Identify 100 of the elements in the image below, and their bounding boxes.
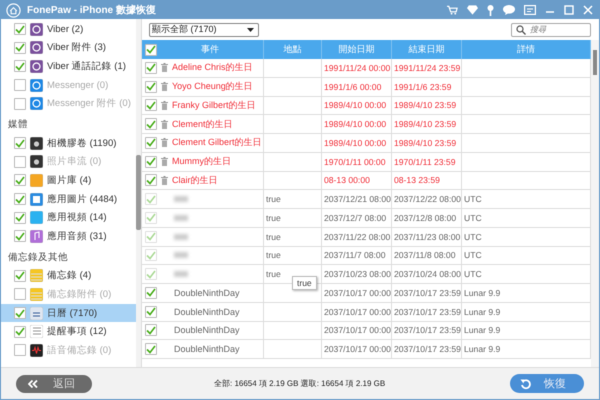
trash-icon	[161, 63, 168, 72]
chat-icon[interactable]	[503, 5, 515, 15]
calendar-icon	[30, 306, 43, 320]
diamond-icon[interactable]	[467, 5, 478, 15]
video-icon	[30, 211, 43, 224]
feedback-icon[interactable]	[524, 5, 536, 15]
table-cell: 2037/11/8 08:00	[394, 250, 456, 260]
checkbox[interactable]	[14, 212, 26, 224]
table-cell: UTC	[464, 212, 482, 223]
table-cell: true	[266, 269, 281, 280]
checkbox[interactable]	[145, 343, 157, 356]
checkbox[interactable]	[145, 212, 157, 224]
table-cell: 1989/4/10 00:00	[324, 138, 386, 148]
window-title: FonePaw - iPhone 數據恢復	[27, 4, 156, 17]
table-cell: 1989/4/10 23:59	[394, 100, 456, 110]
table-cell: 2037/11/22 08:00	[324, 232, 390, 242]
sidebar-item[interactable]: 提醒事項 (12)	[1, 322, 136, 341]
waveform-icon	[30, 344, 43, 357]
table-cell: 2037/10/17 00:00	[324, 306, 391, 317]
trash-icon	[161, 176, 168, 185]
checkbox[interactable]	[145, 80, 157, 93]
table-cell: Franky Gilbert的生日	[172, 98, 256, 112]
trash-icon	[161, 138, 168, 148]
checkbox[interactable]	[14, 307, 26, 320]
checkbox[interactable]	[14, 23, 26, 36]
trash-icon	[161, 82, 168, 92]
sidebar-item[interactable]: 應用視頻 (14)	[1, 208, 136, 227]
checkbox[interactable]	[14, 137, 26, 150]
notes-icon	[30, 288, 43, 301]
table-cell: true	[266, 250, 281, 260]
checkbox[interactable]	[14, 270, 26, 282]
checkbox[interactable]	[145, 249, 157, 262]
redacted-text	[174, 196, 188, 202]
sidebar-item[interactable]: Viber (2)	[1, 20, 136, 39]
checkbox[interactable]	[14, 60, 26, 72]
checkbox[interactable]	[14, 193, 26, 206]
checkbox[interactable]	[14, 174, 26, 186]
trash-icon	[161, 120, 168, 129]
sidebar-item[interactable]: 應用音頻 (31)	[1, 226, 136, 246]
table-cell: 2037/12/7 08:00	[324, 212, 386, 223]
filter-dropdown[interactable]: 顯示全部 (7170)	[149, 22, 259, 36]
scrollbar[interactable]	[136, 19, 141, 367]
trash-icon	[161, 157, 168, 166]
key-icon[interactable]	[487, 4, 494, 16]
sidebar-item[interactable]: 應用圖片 (4484)	[1, 190, 136, 208]
back-button[interactable]: 返回	[16, 374, 92, 392]
scrollbar[interactable]	[591, 40, 599, 367]
table-cell: true	[266, 194, 281, 204]
table-cell: DoubleNinthDay	[174, 306, 240, 317]
sidebar-item[interactable]: Viber 通話記錄 (1)	[1, 57, 136, 76]
table-cell: 1989/4/10 00:00	[324, 100, 386, 110]
cart-icon[interactable]	[447, 5, 458, 15]
sidebar-item[interactable]: Viber 附件 (3)	[1, 38, 136, 58]
table-cell: 1989/4/10 00:00	[324, 119, 386, 130]
close-icon[interactable]	[583, 5, 593, 15]
table-cell: Clair的生日	[172, 174, 218, 187]
checkbox[interactable]	[145, 174, 157, 186]
redacted-text	[174, 234, 188, 240]
table-cell: Lunar 9.9	[464, 325, 500, 336]
checkbox[interactable]	[145, 136, 157, 149]
checkbox[interactable]	[145, 324, 157, 336]
sidebar-item[interactable]: 圖片庫 (4)	[1, 171, 136, 190]
checkbox[interactable]	[145, 62, 157, 74]
table-cell: 2037/10/17 23:59	[394, 306, 461, 317]
double-chevron-icon	[28, 380, 38, 388]
checkbox[interactable]	[145, 230, 157, 243]
table-cell: Lunar 9.9	[464, 288, 500, 298]
list-icon	[30, 325, 43, 338]
table-cell: 1991/11/24 00:00	[324, 62, 390, 73]
checkbox[interactable]	[145, 44, 157, 56]
checkbox[interactable]	[145, 268, 157, 280]
music-note-icon	[30, 230, 43, 243]
checkbox[interactable]	[14, 230, 26, 242]
table-cell: 1970/1/11 23:59	[394, 156, 456, 167]
sidebar-item[interactable]: 日曆 (7170)	[1, 304, 136, 322]
checkbox[interactable]	[14, 42, 26, 54]
sidebar-item[interactable]: 相機膠卷 (1190)	[1, 134, 136, 153]
notes-icon	[30, 269, 43, 282]
checkbox[interactable]	[145, 306, 157, 318]
table-cell: 2037/10/17 23:59	[394, 325, 461, 336]
table-cell: 1970/1/11 00:00	[324, 156, 386, 167]
table-cell: true	[266, 212, 281, 223]
maximize-icon[interactable]	[564, 5, 574, 15]
checkbox[interactable]	[145, 118, 157, 130]
photos-icon	[30, 174, 43, 187]
table-cell: true	[266, 232, 281, 242]
table-cell: Mummy的生日	[172, 155, 231, 168]
search-box[interactable]: 搜尋	[511, 22, 591, 36]
checkbox[interactable]	[145, 99, 157, 112]
table-cell: 2037/10/24 08:00	[394, 269, 461, 280]
table-cell: 2037/12/22 08:00	[394, 194, 461, 204]
table-cell: 08-13 00:00	[324, 175, 370, 186]
table-cell: 2037/11/23 08:00	[394, 232, 460, 242]
checkbox[interactable]	[145, 156, 157, 168]
sidebar-item[interactable]: 備忘錄 (4)	[1, 266, 136, 286]
table-cell: UTC	[464, 232, 482, 242]
checkbox[interactable]	[14, 326, 26, 338]
table-cell: 2037/10/23 08:00	[324, 269, 391, 280]
checkbox[interactable]	[145, 193, 157, 206]
checkbox[interactable]	[145, 286, 157, 299]
